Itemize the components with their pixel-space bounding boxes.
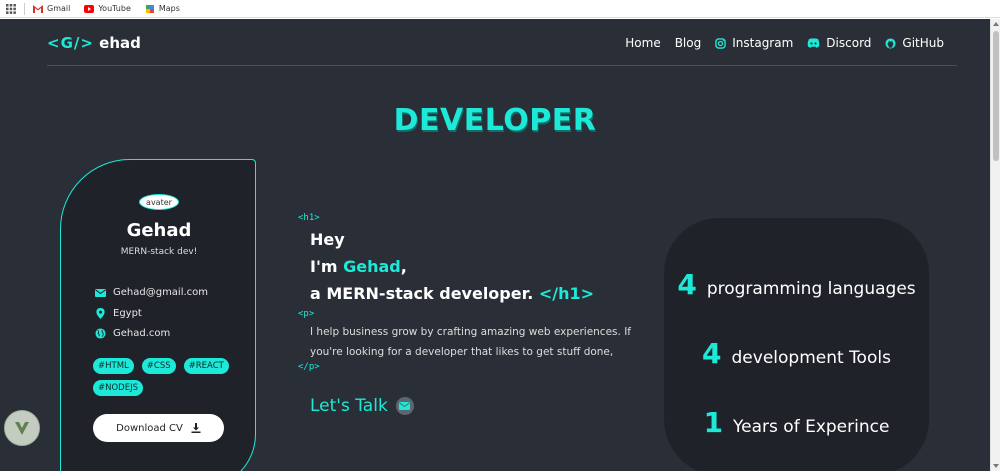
intro-paragraph: I help business grow by crafting amazing… bbox=[310, 326, 631, 358]
skill-tag: #REACT bbox=[183, 358, 229, 374]
intro-name: Gehad bbox=[343, 257, 401, 276]
portfolio-page: <G/> ehad Home Blog Instagram Discord Gi… bbox=[0, 19, 990, 471]
intro-line-1: Hey bbox=[310, 230, 345, 249]
nav-blog-link[interactable]: Blog bbox=[675, 36, 702, 50]
profile-role: MERN-stack dev! bbox=[120, 247, 198, 257]
nav-links: Home Blog Instagram Discord GitHub bbox=[625, 36, 944, 50]
bookmark-gmail[interactable]: Gmail bbox=[33, 4, 70, 13]
website-row: Gehad.com bbox=[95, 328, 170, 339]
lets-talk-link[interactable]: Let's Talk bbox=[310, 396, 414, 416]
bookmark-youtube[interactable]: YouTube bbox=[84, 4, 131, 13]
h1-open-tag: <h1> bbox=[298, 213, 320, 223]
nav-divider bbox=[47, 65, 957, 66]
profile-website: Gehad.com bbox=[113, 328, 171, 339]
discord-icon bbox=[807, 38, 820, 48]
intro-line-2-suffix: , bbox=[400, 257, 407, 276]
bookmark-label: Gmail bbox=[47, 4, 71, 13]
envelope-icon bbox=[395, 397, 414, 415]
stat-number: 1 bbox=[703, 406, 724, 439]
site-logo[interactable]: <G/> ehad bbox=[47, 34, 141, 52]
avatar: avater bbox=[139, 194, 179, 210]
p-close-tag: </p> bbox=[298, 362, 320, 372]
nav-link-label: Blog bbox=[674, 36, 702, 50]
h1-close-tag: </h1> bbox=[538, 284, 595, 303]
download-cv-button[interactable]: Download CV bbox=[93, 414, 224, 442]
stat-label: development Tools bbox=[731, 348, 891, 368]
stat-label: Years of Experince bbox=[733, 417, 890, 437]
top-nav: <G/> ehad Home Blog Instagram Discord Gi… bbox=[47, 33, 957, 53]
github-icon bbox=[885, 37, 896, 49]
skill-tag: #CSS bbox=[141, 358, 176, 374]
nav-home-link[interactable]: Home bbox=[625, 36, 660, 50]
stat-years-experience: 1 Years of Experince bbox=[664, 406, 929, 439]
location-row: Egypt bbox=[95, 308, 142, 319]
envelope-icon bbox=[95, 288, 106, 297]
intro-line-3: a MERN-stack developer. </h1> bbox=[310, 284, 594, 303]
nav-github-link[interactable]: GitHub bbox=[885, 36, 944, 50]
skill-tags: #HTML #CSS #REACT #NODEJS bbox=[93, 358, 243, 396]
globe-icon bbox=[95, 328, 106, 339]
location-pin-icon bbox=[96, 308, 105, 319]
scroll-up-arrow-icon[interactable] bbox=[993, 22, 999, 26]
stat-number: 4 bbox=[677, 268, 697, 301]
youtube-icon bbox=[84, 4, 95, 13]
intro-line-2: I'm Gehad, bbox=[310, 257, 407, 276]
vertical-scrollbar[interactable] bbox=[990, 19, 1000, 471]
bookmarks-separator bbox=[24, 2, 25, 15]
profile-location: Egypt bbox=[113, 308, 142, 319]
bookmark-label: Maps bbox=[158, 4, 180, 13]
bookmark-label: YouTube bbox=[98, 4, 131, 13]
profile-email: Gehad@gmail.com bbox=[113, 287, 209, 298]
gmail-icon bbox=[33, 4, 43, 13]
stat-development-tools: 4 development Tools bbox=[664, 337, 929, 370]
skill-tag: #HTML bbox=[93, 358, 134, 374]
apps-grid-icon[interactable] bbox=[0, 3, 22, 14]
nav-link-label: GitHub bbox=[902, 36, 944, 50]
p-open-tag: <p> bbox=[298, 309, 315, 319]
nav-discord-link[interactable]: Discord bbox=[807, 36, 871, 50]
intro-line-2-prefix: I'm bbox=[310, 257, 344, 276]
instagram-icon bbox=[715, 37, 727, 49]
skill-tag: #NODEJS bbox=[93, 380, 143, 396]
scroll-down-arrow-icon[interactable] bbox=[993, 464, 999, 468]
profile-card: avater Gehad MERN-stack dev! Gehad@gmail… bbox=[60, 159, 256, 471]
logo-code: <G/> bbox=[47, 34, 94, 52]
stat-label: programming languages bbox=[706, 279, 916, 299]
scrollbar-thumb[interactable] bbox=[993, 31, 999, 161]
nav-link-label: Instagram bbox=[732, 36, 794, 50]
stat-programming-languages: 4 programming languages bbox=[664, 268, 929, 301]
maps-icon bbox=[145, 4, 154, 13]
download-icon bbox=[191, 423, 201, 433]
bookmarks-bar: Gmail YouTube Maps bbox=[0, 0, 1000, 18]
nav-link-label: Discord bbox=[826, 36, 872, 50]
bookmark-maps[interactable]: Maps bbox=[145, 4, 180, 13]
lets-talk-label: Let's Talk bbox=[310, 396, 388, 416]
nav-instagram-link[interactable]: Instagram bbox=[715, 36, 793, 50]
nav-link-label: Home bbox=[625, 36, 661, 50]
hero-title: DEVELOPER bbox=[393, 103, 597, 138]
stat-number: 4 bbox=[702, 337, 722, 370]
profile-name: Gehad bbox=[126, 220, 192, 241]
intro-line-3-text: a MERN-stack developer. bbox=[310, 284, 534, 303]
logo-name: ehad bbox=[99, 34, 141, 52]
overlay-badge-icon[interactable] bbox=[4, 410, 40, 446]
download-cv-label: Download CV bbox=[116, 422, 183, 434]
stats-panel: 4 programming languages 4 development To… bbox=[664, 218, 929, 471]
email-row: Gehad@gmail.com bbox=[95, 287, 208, 298]
